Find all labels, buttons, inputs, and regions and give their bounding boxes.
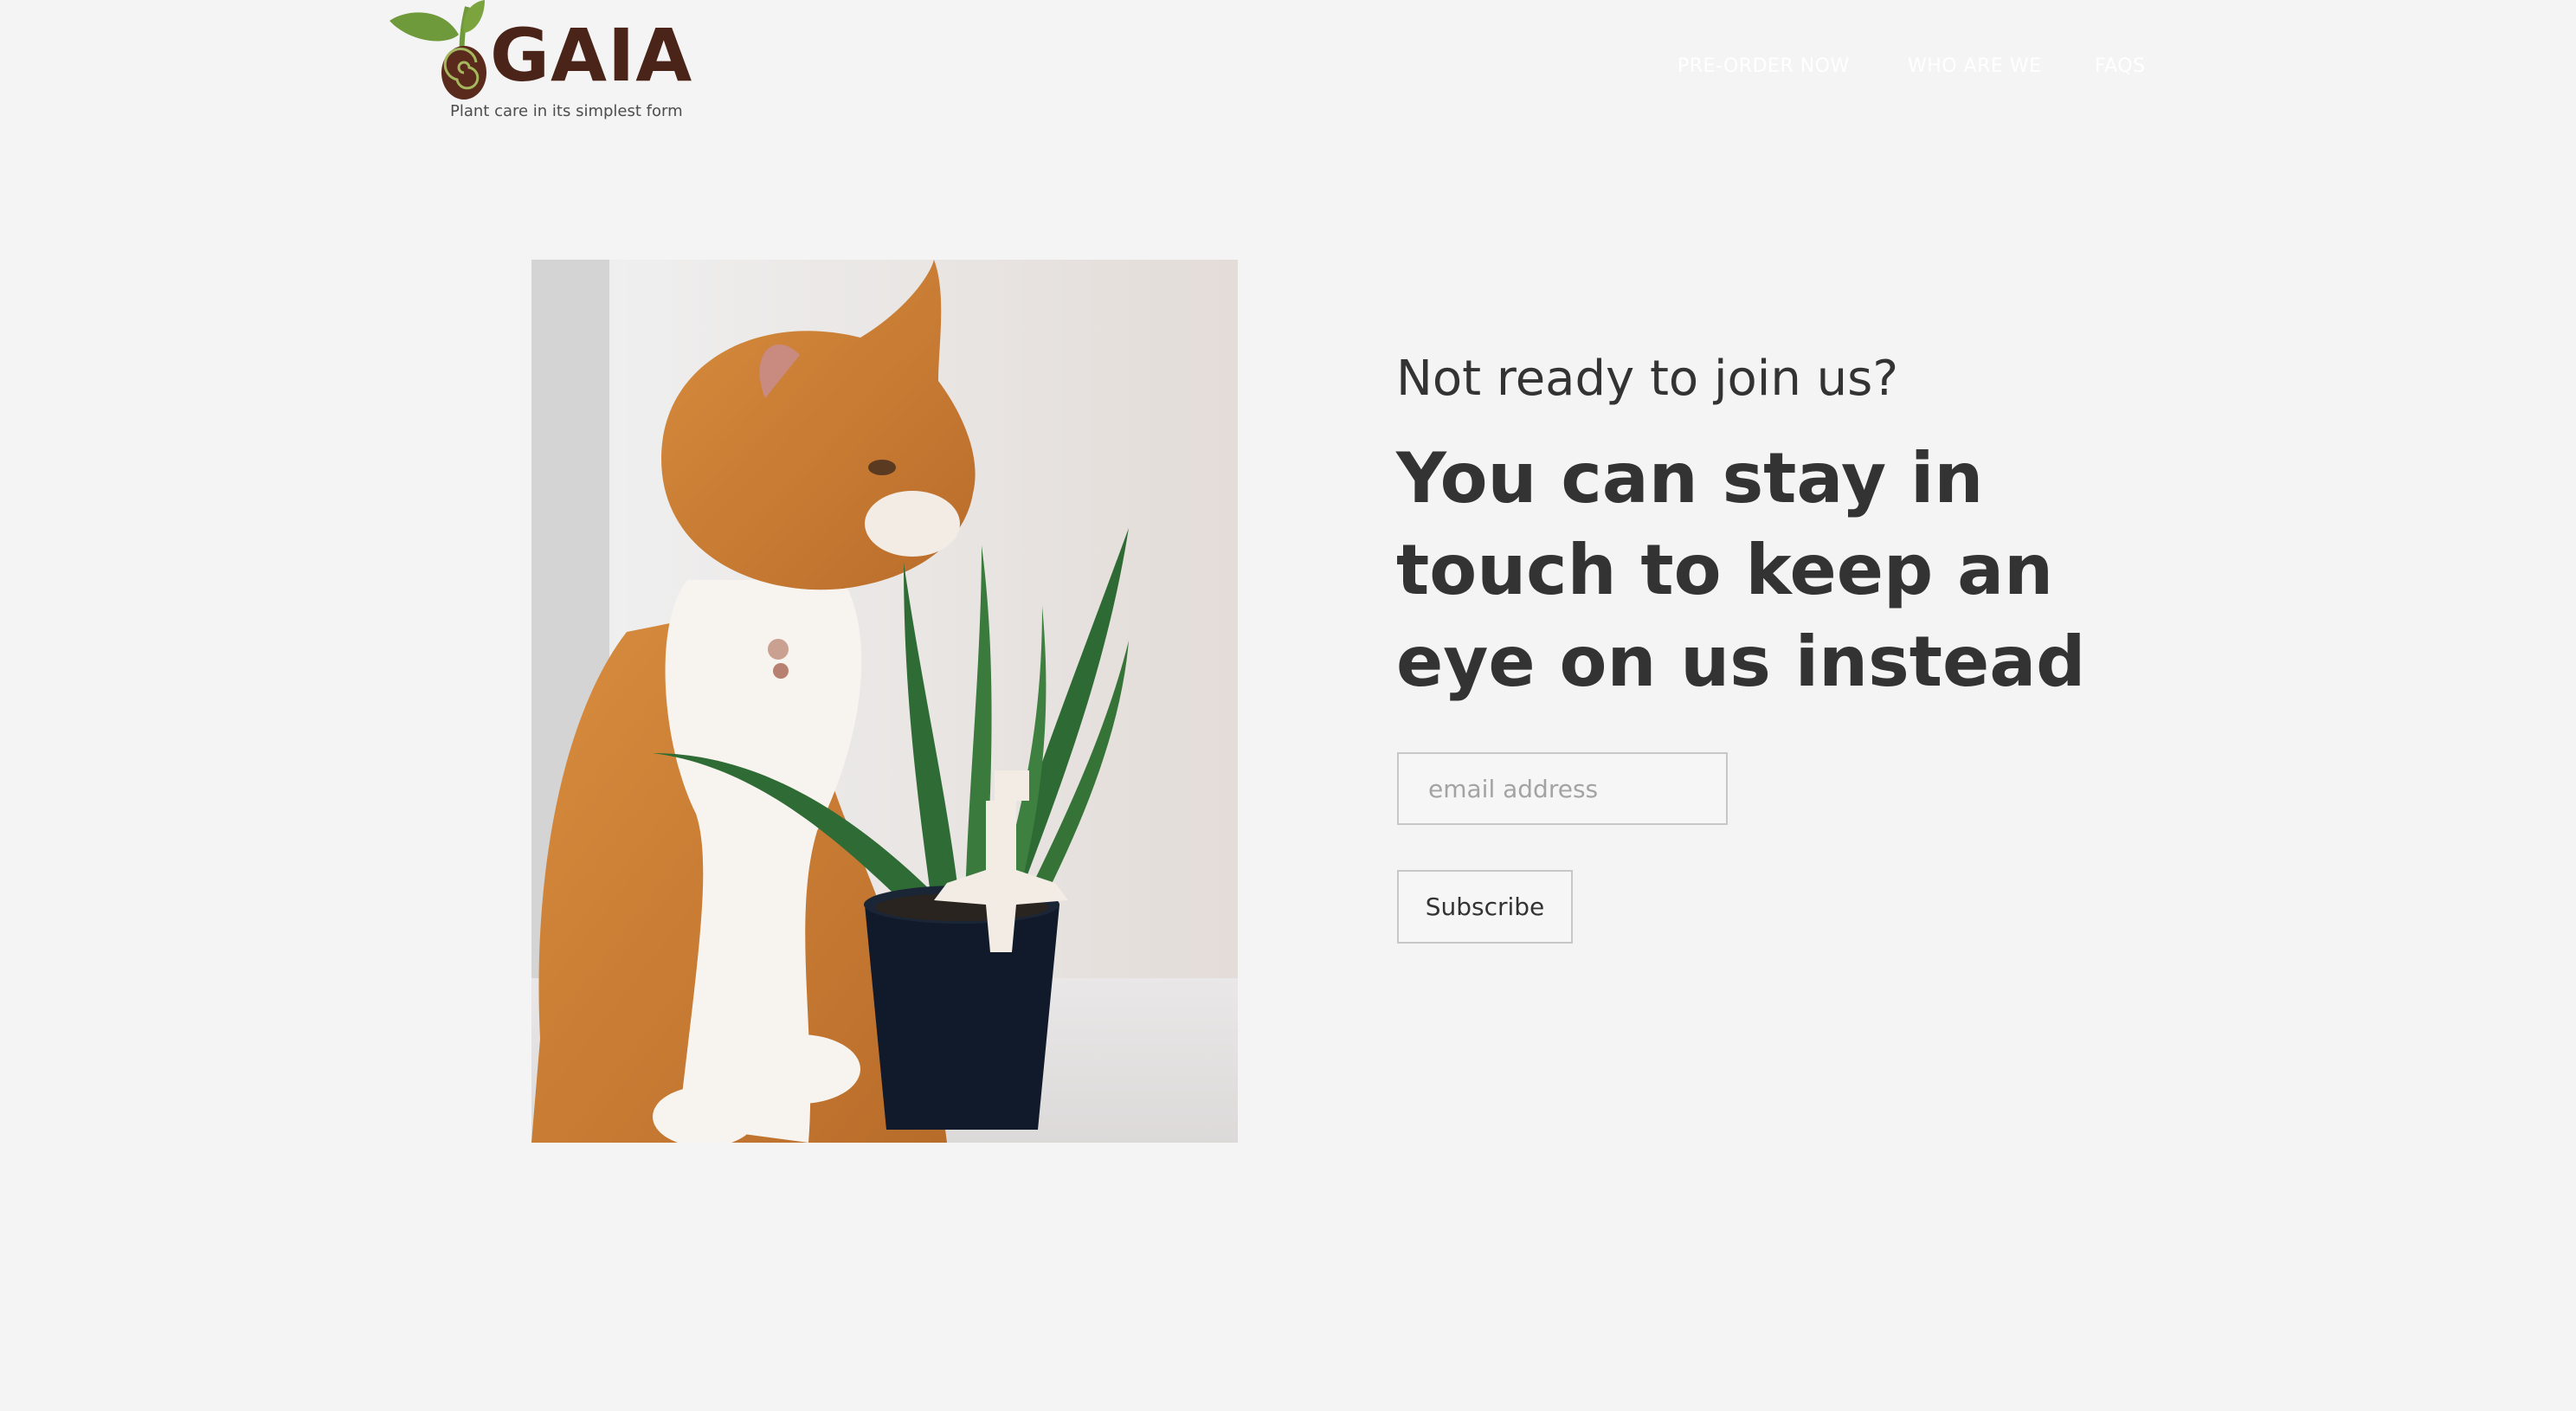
nav-link-faqs[interactable]: FAQS: [2095, 54, 2146, 80]
subscribe-button[interactable]: Subscribe: [1397, 870, 1573, 944]
nav-link-pre-order[interactable]: PRE-ORDER NOW: [1678, 54, 1850, 80]
hero-subheading: Not ready to join us?: [1396, 351, 1899, 407]
site-header: GAIA Plant care in its simplest form PRE…: [0, 0, 2576, 139]
page: GAIA Plant care in its simplest form PRE…: [0, 0, 2576, 1411]
cat-and-plant-image: [531, 260, 1238, 1143]
nav-link-who-are-we[interactable]: WHO ARE WE: [1908, 54, 2042, 80]
hero-photo: [531, 260, 1238, 1143]
brand-tagline: Plant care in its simplest form: [450, 102, 683, 120]
hero-heading: You can stay in touch to keep an eye on …: [1396, 438, 2086, 702]
brand-wordmark: GAIA: [490, 13, 693, 98]
gaia-logo[interactable]: GAIA Plant care in its simplest form: [388, 0, 692, 130]
email-field[interactable]: [1397, 752, 1728, 825]
